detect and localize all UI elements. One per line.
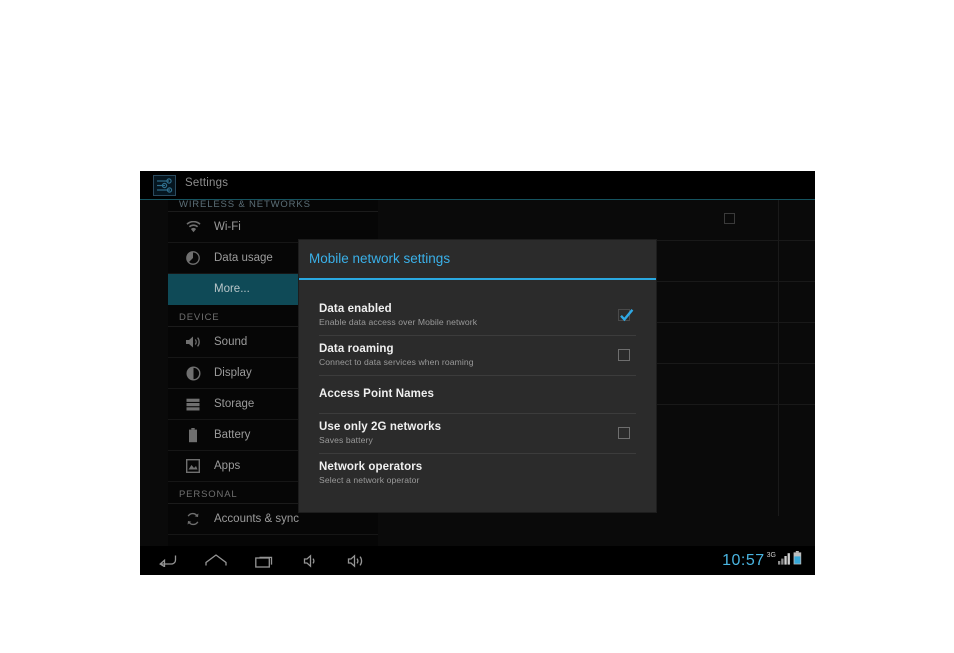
volume-down-icon[interactable] bbox=[303, 553, 319, 568]
signal-bars-icon bbox=[778, 552, 791, 570]
section-header-wireless: WIRELESS & NETWORKS bbox=[168, 200, 378, 212]
dialog-row-data-roaming[interactable]: Data roaming Connect to data services wh… bbox=[319, 336, 636, 376]
sidebar-item-label: Accounts & sync bbox=[214, 513, 300, 525]
action-bar: Settings bbox=[140, 171, 815, 200]
sound-icon bbox=[182, 331, 204, 353]
sync-icon bbox=[182, 508, 204, 530]
dialog-row-subtitle: Saves battery bbox=[319, 435, 373, 445]
sidebar-item-label: Storage bbox=[214, 398, 255, 410]
status-area: 10:57 3G bbox=[722, 546, 802, 575]
recents-icon[interactable] bbox=[255, 554, 275, 568]
dialog-row-subtitle: Enable data access over Mobile network bbox=[319, 317, 478, 327]
dialog-row-title: Data roaming bbox=[319, 343, 394, 355]
sidebar-item-label: Display bbox=[214, 367, 252, 379]
sidebar-item-label: Sound bbox=[214, 336, 248, 348]
sidebar-item-label: Data usage bbox=[214, 252, 273, 264]
clock[interactable]: 10:57 bbox=[722, 552, 765, 570]
display-icon bbox=[182, 362, 204, 384]
sidebar-item-label: Battery bbox=[214, 429, 251, 441]
back-icon[interactable] bbox=[158, 554, 177, 567]
data-enabled-checkbox[interactable] bbox=[618, 309, 634, 322]
battery-status-icon bbox=[793, 551, 802, 570]
app-title: Settings bbox=[185, 177, 229, 189]
dialog-row-subtitle: Connect to data services when roaming bbox=[319, 357, 474, 367]
dialog-row-title: Network operators bbox=[319, 461, 423, 473]
dialog-row-title: Use only 2G networks bbox=[319, 421, 442, 433]
wifi-icon bbox=[182, 216, 204, 238]
settings-content: WIRELESS & NETWORKS Wi-Fi Data usage Mor… bbox=[140, 200, 815, 546]
apps-icon bbox=[182, 455, 204, 477]
sidebar-item-label: More... bbox=[214, 283, 250, 295]
sidebar-item-wifi[interactable]: Wi-Fi bbox=[168, 212, 378, 243]
volume-up-icon[interactable] bbox=[347, 553, 366, 568]
detail-row bbox=[378, 200, 815, 241]
use-only-2g-checkbox[interactable] bbox=[618, 427, 630, 439]
signal-type-label: 3G bbox=[766, 552, 776, 559]
data-usage-icon bbox=[182, 247, 204, 269]
sidebar-item-label: Apps bbox=[214, 460, 241, 472]
dialog-row-title: Access Point Names bbox=[319, 388, 434, 400]
settings-sliders-icon bbox=[153, 175, 176, 196]
mobile-network-settings-dialog: Mobile network settings Data enabled Ena… bbox=[299, 240, 656, 512]
storage-icon bbox=[182, 393, 204, 415]
tablet-screen: Settings WIRELESS & NETWORKS Wi-Fi Data … bbox=[140, 171, 815, 575]
dialog-row-use-only-2g[interactable]: Use only 2G networks Saves battery bbox=[319, 414, 636, 454]
sidebar-item-label: Wi-Fi bbox=[214, 221, 241, 233]
dialog-row-subtitle: Select a network operator bbox=[319, 475, 420, 485]
dialog-body: Data enabled Enable data access over Mob… bbox=[299, 280, 656, 512]
detail-pane-divider bbox=[778, 200, 779, 516]
home-icon[interactable] bbox=[205, 554, 227, 567]
system-navigation-bar: 10:57 3G bbox=[140, 546, 815, 575]
dialog-row-data-enabled[interactable]: Data enabled Enable data access over Mob… bbox=[319, 296, 636, 336]
dialog-title: Mobile network settings bbox=[299, 240, 656, 278]
data-roaming-checkbox[interactable] bbox=[618, 349, 630, 361]
screenshot-canvas: Settings WIRELESS & NETWORKS Wi-Fi Data … bbox=[0, 0, 954, 653]
dialog-row-network-operators[interactable]: Network operators Select a network opera… bbox=[319, 454, 636, 493]
dialog-row-access-point-names[interactable]: Access Point Names bbox=[319, 376, 636, 414]
dialog-row-title: Data enabled bbox=[319, 303, 392, 315]
detail-row-checkbox[interactable] bbox=[724, 213, 735, 224]
battery-icon bbox=[182, 424, 204, 446]
